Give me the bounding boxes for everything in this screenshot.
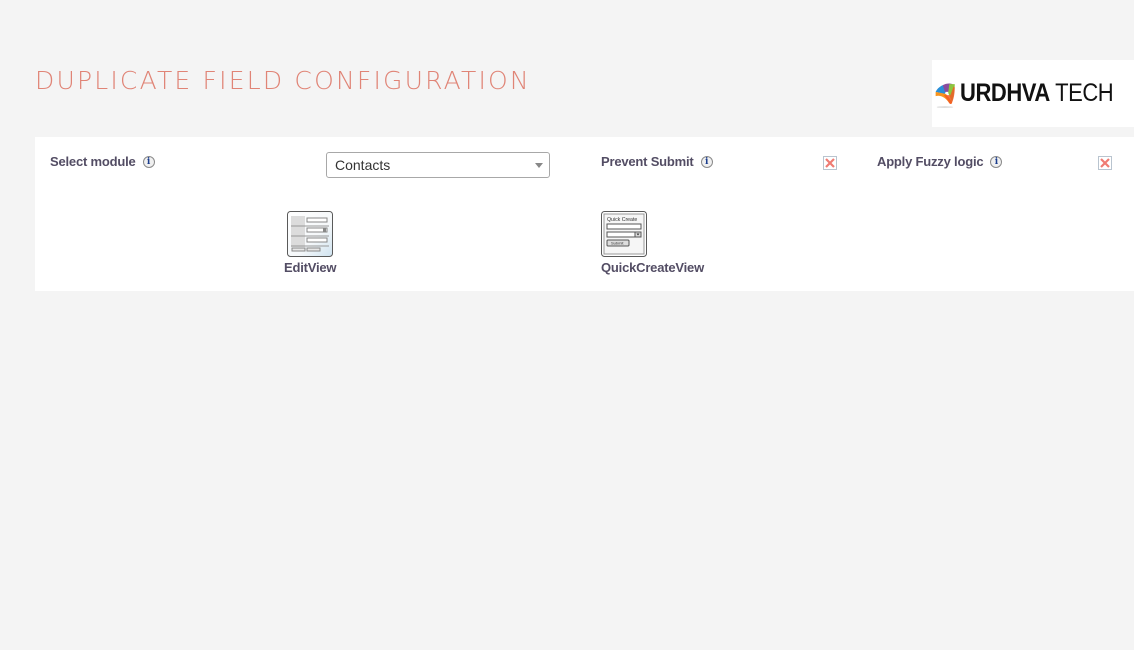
configuration-panel: Select module i Contacts Prevent Submit … [35,137,1134,291]
info-icon[interactable]: i [142,155,155,168]
select-module-label: Select module i [50,154,155,169]
red-x-icon [1100,158,1110,168]
page-title: DUPLICATE FIELD CONFIGURATION [35,66,531,95]
apply-fuzzy-logic-label: Apply Fuzzy logic i [877,154,1003,169]
info-icon[interactable]: i [700,155,713,168]
urdhva-tech-logo: URDHVA TECH [932,60,1134,127]
svg-text:Quick Create: Quick Create [607,217,637,223]
view-label: QuickCreateView [601,260,704,275]
module-select[interactable]: Contacts [326,152,550,178]
red-x-icon [825,158,835,168]
svg-text:Submit: Submit [611,241,624,246]
logo-text: URDHVA TECH [959,79,1114,107]
module-select-value: Contacts [335,157,391,173]
prevent-submit-label: Prevent Submit i [601,154,713,169]
view-label: EditView [284,260,337,275]
view-tile-quickcreateview[interactable]: Quick Create Submit QuickCreateView [601,211,704,275]
view-tile-editview[interactable]: EditView [284,211,337,275]
edit-view-icon [287,211,334,257]
info-icon[interactable]: i [990,155,1003,168]
apply-fuzzy-logic-toggle[interactable] [1098,156,1112,170]
urdhva-tech-logo-mark-icon [935,82,955,108]
chevron-down-icon [535,163,543,168]
quick-create-view-icon: Quick Create Submit [601,211,648,257]
prevent-submit-toggle[interactable] [823,156,837,170]
